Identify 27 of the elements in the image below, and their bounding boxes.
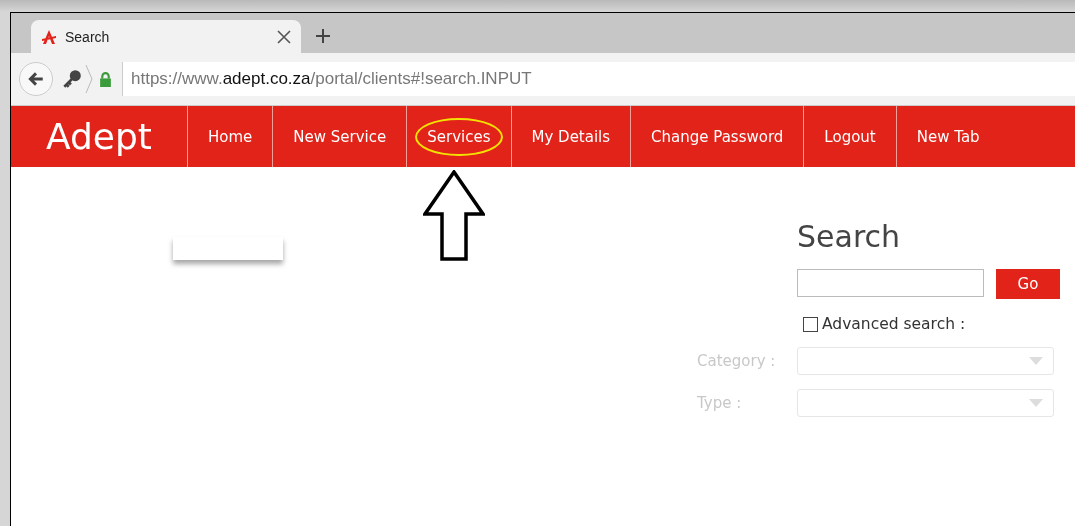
up-arrow-icon xyxy=(423,170,485,262)
back-button[interactable] xyxy=(19,62,53,96)
nav-link[interactable]: Home xyxy=(196,117,265,156)
browser-tab[interactable]: Search xyxy=(31,20,301,53)
checkbox[interactable] xyxy=(803,316,818,332)
search-field[interactable] xyxy=(797,269,984,297)
nav-link[interactable]: My Details xyxy=(519,117,623,156)
url-text[interactable]: https://www.adept.co.za/portal/clients#!search.INPUT xyxy=(122,62,1075,96)
back-arrow-icon xyxy=(27,70,45,88)
tab-title: Search xyxy=(65,28,111,45)
nav-link[interactable]: Logout xyxy=(812,117,888,156)
logo[interactable]: Adept xyxy=(11,106,187,167)
new-tab-icon[interactable] xyxy=(315,28,331,44)
caret-icon xyxy=(1029,357,1043,365)
chevron-icon xyxy=(85,64,93,94)
key-icon[interactable] xyxy=(61,68,83,90)
caret-icon xyxy=(1029,399,1043,407)
logo-icon xyxy=(41,28,57,45)
nav-link[interactable]: New Service xyxy=(281,117,399,156)
nav-link[interactable]: Change Password xyxy=(639,117,796,156)
close-icon[interactable] xyxy=(277,29,291,44)
checkbox-label: Advanced search : xyxy=(822,315,966,333)
nav-link[interactable]: Services xyxy=(415,117,503,156)
search-title: Search xyxy=(797,219,902,256)
go-button[interactable]: Go xyxy=(996,269,1060,299)
nav-link[interactable]: New Tab xyxy=(904,117,992,156)
lock-icon xyxy=(99,71,112,87)
